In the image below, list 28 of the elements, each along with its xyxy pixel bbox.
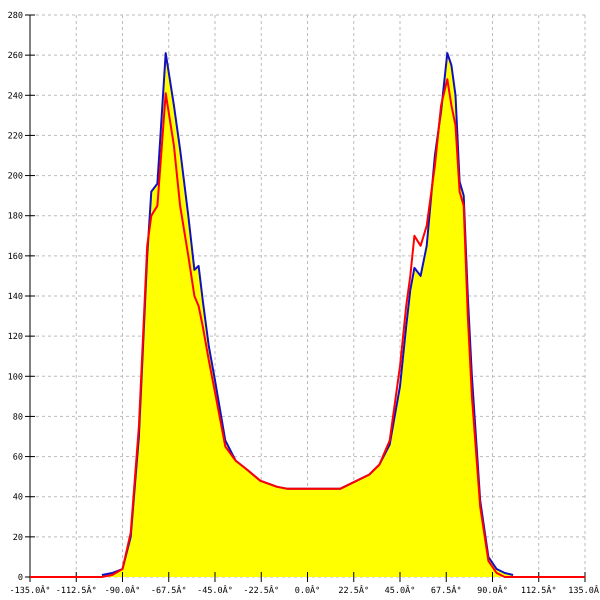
tick-label: 60 [12, 452, 23, 463]
tick-label: 40 [12, 492, 23, 503]
tick-label: -22.5Â° [243, 586, 280, 596]
tick-label: 120 [8, 332, 23, 342]
tick-label: -45.0Â° [197, 586, 233, 596]
tick-label: 45.0Â° [384, 586, 416, 596]
tick-label: 22.5Â° [338, 586, 370, 596]
tick-label: 100 [8, 372, 23, 382]
tick-label: 135.0Â [568, 586, 599, 596]
tick-label: 260 [8, 51, 23, 62]
tick-label: 90.0Â° [477, 586, 508, 596]
tick-label: 160 [8, 252, 23, 262]
tick-label: 200 [8, 172, 23, 182]
tick-label: -112.5Â° [56, 586, 97, 596]
tick-label: 220 [8, 131, 23, 142]
tick-label: 0 [18, 573, 23, 583]
tick-label: -90.0Â° [104, 586, 140, 596]
tick-label: -67.5Â° [150, 586, 187, 596]
tick-label: 240 [8, 91, 23, 102]
tick-label: 280 [8, 11, 23, 21]
tick-label: 80 [12, 412, 23, 422]
tick-label: 67.5Â° [430, 586, 462, 596]
tick-label: 180 [8, 212, 23, 222]
tick-label: 112.5Â° [520, 586, 557, 596]
tick-label: 0.0Â° [294, 586, 320, 596]
tick-label: 20 [12, 532, 23, 543]
tick-label: 140 [8, 292, 23, 302]
tick-label: -135.0Â° [10, 586, 50, 596]
